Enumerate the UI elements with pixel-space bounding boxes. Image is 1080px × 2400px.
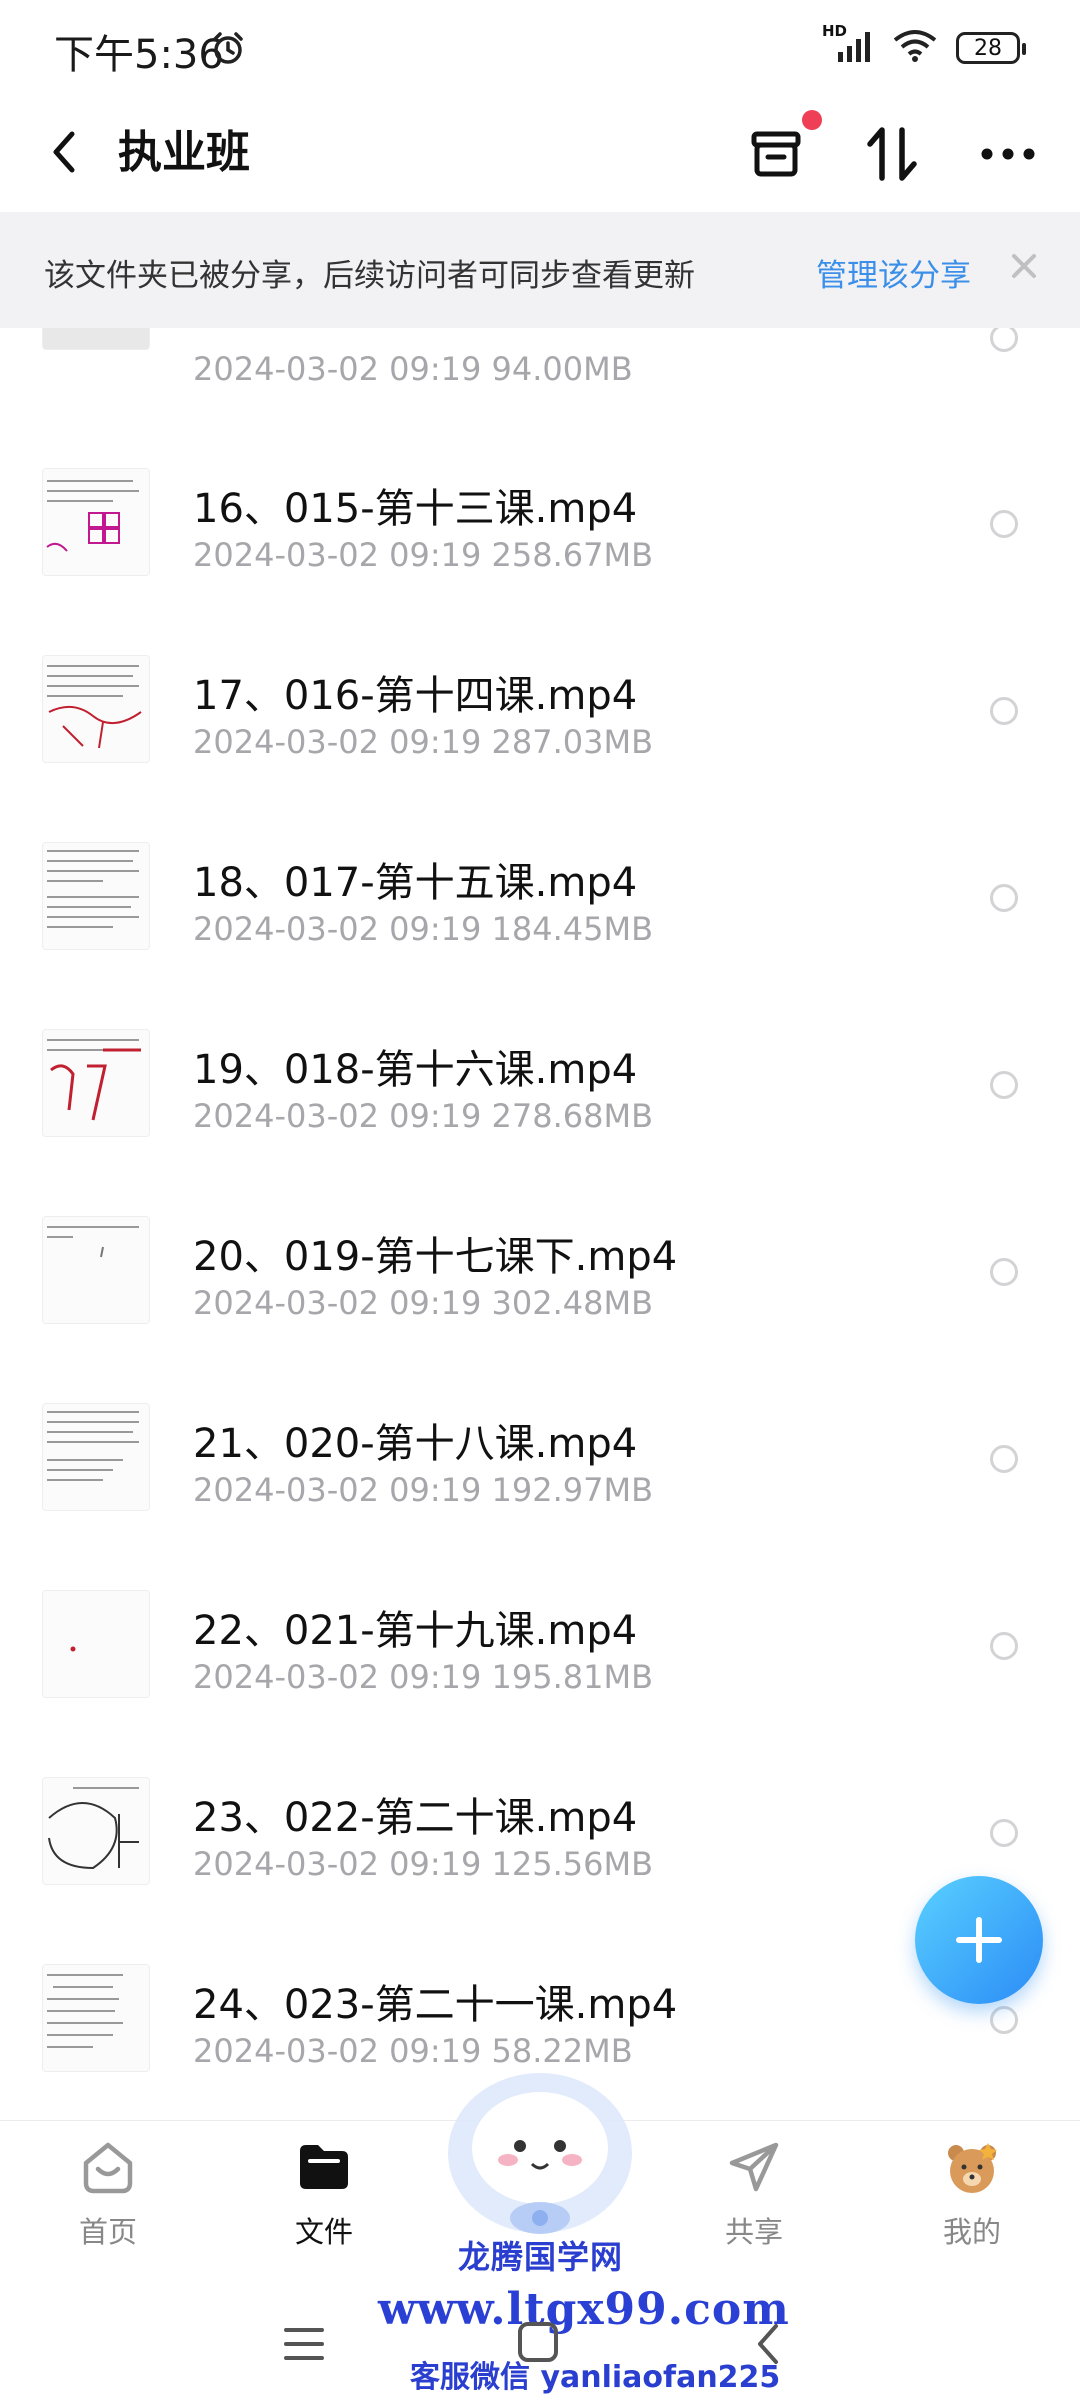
tab-label: 共享 (724, 2215, 783, 2249)
file-name: 23、022-第二十课.mp4 (193, 1795, 638, 1841)
file-name: 17、016-第十四课.mp4 (193, 673, 638, 719)
file-row[interactable]: 23、022-第二十课.mp4 2024-03-02 09:19 125.56M… (0, 1737, 1080, 1924)
status-bar: 下午5:36 HD 28 (0, 0, 1080, 100)
plus-icon (956, 1917, 1002, 1963)
video-thumbnail (42, 1216, 150, 1324)
select-radio[interactable] (990, 884, 1018, 912)
video-thumbnail (42, 1964, 150, 2072)
file-name: 16、015-第十三课.mp4 (193, 486, 638, 532)
system-nav-bar (0, 2290, 1080, 2400)
close-icon[interactable] (1006, 248, 1042, 288)
menu-nav-button[interactable] (282, 2324, 326, 2368)
file-meta: 2024-03-02 09:19 278.68MB (193, 1097, 654, 1135)
file-meta: 2024-03-02 09:19 195.81MB (193, 1658, 654, 1696)
file-row[interactable]: 21、020-第十八课.mp4 2024-03-02 09:19 192.97M… (0, 1363, 1080, 1550)
file-list: 2024-03-02 09:19 94.00MB 16、015-第十三课.mp4… (0, 328, 1080, 2120)
video-thumbnail (42, 328, 150, 350)
file-row[interactable]: 22、021-第十九课.mp4 2024-03-02 09:19 195.81M… (0, 1550, 1080, 1737)
video-thumbnail (42, 1029, 150, 1137)
home-icon (83, 2142, 133, 2194)
alarm-icon (210, 30, 246, 70)
file-meta: 2024-03-02 09:19 287.03MB (193, 723, 654, 761)
select-radio[interactable] (990, 1819, 1018, 1847)
video-thumbnail (42, 468, 150, 576)
tab-label: 我的 (942, 2215, 1001, 2249)
video-thumbnail (42, 842, 150, 950)
tab-files[interactable]: 文件 (254, 2137, 394, 2251)
tab-share[interactable]: 共享 (684, 2137, 824, 2251)
page-title: 执业班 (118, 127, 250, 178)
add-button[interactable] (915, 1876, 1043, 2004)
file-meta: 2024-03-02 09:19 192.97MB (193, 1471, 654, 1509)
folder-icon (300, 2145, 348, 2189)
video-thumbnail (42, 655, 150, 763)
video-thumbnail (42, 1590, 150, 1698)
battery-icon: 28 (956, 32, 1026, 64)
file-meta: 2024-03-02 09:19 58.22MB (193, 2032, 633, 2070)
select-radio[interactable] (990, 1445, 1018, 1473)
file-meta: 2024-03-02 09:19 258.67MB (193, 536, 654, 574)
select-radio[interactable] (990, 1258, 1018, 1286)
select-radio[interactable] (990, 510, 1018, 538)
share-banner: 该文件夹已被分享，后续访问者可同步查看更新 管理该分享 (0, 212, 1080, 328)
home-nav-button[interactable] (516, 2320, 560, 2368)
share-banner-text: 该文件夹已被分享，后续访问者可同步查看更新 (44, 258, 695, 294)
tab-label: 文件 (294, 2215, 353, 2249)
tab-label: 首页 (78, 2215, 137, 2249)
select-radio[interactable] (990, 328, 1018, 352)
video-thumbnail (42, 1403, 150, 1511)
sort-button[interactable] (856, 118, 928, 190)
bear-avatar-icon (948, 2143, 997, 2193)
manage-share-link[interactable]: 管理该分享 (816, 250, 971, 295)
back-nav-button[interactable] (752, 2320, 784, 2372)
file-row[interactable]: 19、018-第十六课.mp4 2024-03-02 09:19 278.68M… (0, 989, 1080, 1176)
file-row[interactable]: 16、015-第十三课.mp4 2024-03-02 09:19 258.67M… (0, 428, 1080, 615)
transfer-list-button[interactable] (740, 110, 822, 190)
file-name: 19、018-第十六课.mp4 (193, 1047, 638, 1093)
back-button[interactable] (44, 120, 84, 188)
file-name: 20、019-第十七课下.mp4 (193, 1234, 678, 1280)
file-name: 22、021-第十九课.mp4 (193, 1608, 638, 1654)
tab-mine[interactable]: 我的 (902, 2137, 1042, 2251)
select-radio[interactable] (990, 697, 1018, 725)
wifi-icon (892, 28, 938, 68)
file-name: 18、017-第十五课.mp4 (193, 860, 638, 906)
file-meta: 2024-03-02 09:19 125.56MB (193, 1845, 654, 1883)
file-row[interactable]: 18、017-第十五课.mp4 2024-03-02 09:19 184.45M… (0, 802, 1080, 989)
select-radio[interactable] (990, 2006, 1018, 2034)
title-bar: 执业班 (0, 100, 1080, 210)
file-meta: 2024-03-02 09:19 94.00MB (193, 350, 633, 388)
file-row[interactable]: 17、016-第十四课.mp4 2024-03-02 09:19 287.03M… (0, 615, 1080, 802)
watermark-line1: 龙腾国学网 (458, 2238, 624, 2276)
status-time: 下午5:36 (54, 32, 224, 78)
file-meta: 2024-03-02 09:19 302.48MB (193, 1284, 654, 1322)
select-radio[interactable] (990, 1071, 1018, 1099)
select-radio[interactable] (990, 1632, 1018, 1660)
file-name: 21、020-第十八课.mp4 (193, 1421, 638, 1467)
share-icon (729, 2142, 779, 2192)
signal-icon: HD (822, 22, 874, 68)
file-row-partial[interactable]: 2024-03-02 09:19 94.00MB (0, 328, 1080, 429)
file-meta: 2024-03-02 09:19 184.45MB (193, 910, 654, 948)
notification-dot (802, 110, 822, 130)
video-thumbnail (42, 1777, 150, 1885)
file-row[interactable]: 20、019-第十七课下.mp4 2024-03-02 09:19 302.48… (0, 1176, 1080, 1363)
more-options-button[interactable] (972, 118, 1044, 190)
file-name: 24、023-第二十一课.mp4 (193, 1982, 678, 2028)
network-type-label: HD (822, 22, 848, 40)
tab-home[interactable]: 首页 (38, 2137, 178, 2251)
battery-level: 28 (974, 35, 1002, 61)
